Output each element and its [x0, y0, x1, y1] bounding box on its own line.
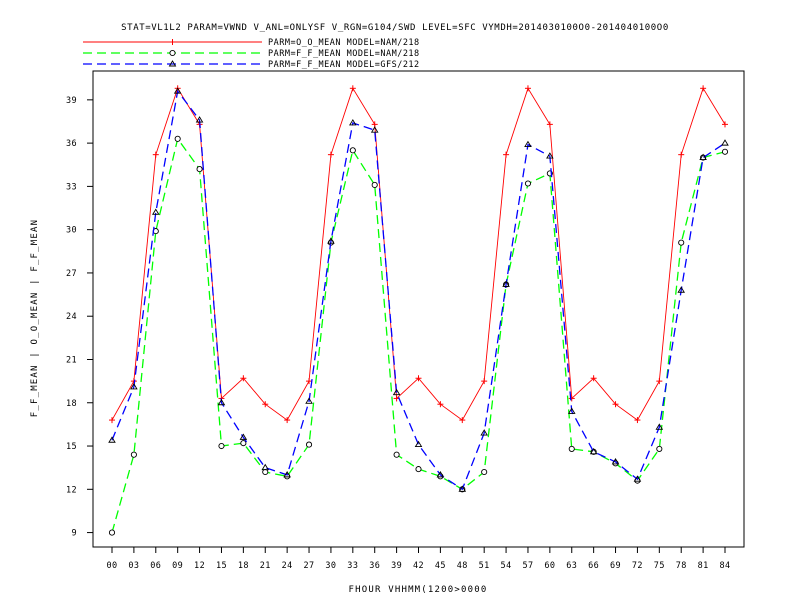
series-layer: [108, 85, 729, 536]
line-chart: STAT=VL1L2 PARAM=VWND V_ANL=ONLYSF V_RGN…: [30, 23, 745, 595]
data-point: [262, 468, 269, 476]
data-point: [634, 417, 641, 424]
x-tick-label: 51: [479, 561, 490, 571]
data-point: [524, 85, 531, 92]
data-point: [261, 463, 270, 471]
x-tick-label: 81: [698, 561, 709, 571]
data-point: [503, 151, 510, 158]
x-tick-label: 15: [216, 561, 227, 571]
data-point: [349, 85, 356, 92]
data-point: [481, 468, 488, 476]
legend-entry: PARM=F_F_MEAN MODEL=GFS/212: [83, 60, 420, 70]
y-axis: 9 12 15 18 21 24 27 30 33 36 39: [66, 96, 93, 539]
data-point: [459, 417, 466, 424]
x-tick-label: 03: [128, 561, 139, 571]
x-tick-label: 27: [304, 561, 315, 571]
x-axis: 00 03 06 09 12 15 18 21 24 27 30 33 36 39 42 45 48 51 54 57…: [106, 547, 730, 571]
legend-label: PARM=F_F_MEAN MODEL=GFS/212: [268, 60, 420, 70]
data-point: [678, 239, 685, 246]
y-axis-label: F_F_MEAN | O_O_MEAN | F_F_MEAN: [30, 219, 40, 418]
x-tick-label: 42: [413, 561, 424, 571]
x-tick-label: 00: [106, 561, 117, 571]
y-tick-label: 39: [66, 96, 77, 106]
data-point: [305, 441, 313, 448]
data-point: [721, 139, 729, 146]
x-tick-label: 24: [282, 561, 293, 571]
x-tick-label: 57: [522, 561, 533, 571]
chart-title: STAT=VL1L2 PARAM=VWND V_ANL=ONLYSF V_RGN…: [121, 23, 669, 33]
x-tick-label: 54: [501, 561, 512, 571]
data-point: [327, 151, 334, 158]
legend-entry: PARM=F_F_MEAN MODEL=NAM/218: [83, 49, 420, 59]
y-tick-label: 18: [66, 399, 77, 409]
y-tick-label: 33: [66, 182, 77, 192]
legend: PARM=O_O_MEAN MODEL=NAM/218PARM=F_F_MEAN…: [83, 38, 420, 70]
data-point: [371, 181, 378, 189]
legend-marker: [169, 49, 176, 57]
data-point: [130, 451, 137, 458]
data-point: [678, 151, 685, 158]
x-tick-label: 63: [566, 561, 577, 571]
data-point: [393, 451, 400, 458]
x-tick-label: 36: [369, 561, 380, 571]
legend-entry: PARM=O_O_MEAN MODEL=NAM/218: [83, 38, 420, 48]
x-tick-label: 09: [172, 561, 183, 571]
y-tick-label: 15: [66, 442, 77, 452]
x-tick-label: 69: [610, 561, 621, 571]
data-point: [415, 466, 422, 473]
x-tick-label: 78: [676, 561, 687, 571]
data-point: [240, 440, 247, 447]
data-point: [700, 85, 707, 92]
x-tick-label: 48: [457, 561, 468, 571]
series-3: [108, 87, 729, 492]
data-point: [152, 151, 159, 158]
y-tick-label: 30: [66, 226, 77, 236]
x-tick-label: 75: [654, 561, 665, 571]
x-tick-label: 18: [238, 561, 249, 571]
x-tick-label: 66: [588, 561, 599, 571]
legend-marker: [169, 39, 176, 45]
y-tick-label: 36: [66, 139, 77, 149]
x-tick-label: 60: [544, 561, 555, 571]
x-tick-label: 33: [347, 561, 358, 571]
x-tick-label: 30: [325, 561, 336, 571]
plot-frame: [92, 70, 745, 548]
data-point: [656, 445, 663, 452]
legend-label: PARM=F_F_MEAN MODEL=NAM/218: [268, 49, 420, 59]
x-tick-label: 06: [150, 561, 161, 571]
data-point: [196, 166, 203, 173]
x-tick-label: 84: [719, 561, 730, 571]
data-point: [546, 121, 553, 128]
data-point: [481, 378, 488, 385]
data-point: [349, 147, 356, 154]
series-line: [111, 89, 726, 491]
series-line: [111, 137, 726, 533]
data-point: [568, 445, 575, 452]
y-tick-label: 12: [66, 485, 77, 495]
y-tick-label: 24: [66, 312, 77, 322]
series-2: [108, 135, 729, 536]
series-line: [111, 87, 726, 421]
x-tick-label: 72: [632, 561, 643, 571]
data-point: [108, 529, 116, 536]
y-tick-label: 21: [66, 355, 77, 365]
chart-root: STAT=VL1L2 PARAM=VWND V_ANL=ONLYSF V_RGN…: [0, 0, 792, 612]
data-point: [721, 148, 729, 155]
legend-label: PARM=O_O_MEAN MODEL=NAM/218: [268, 38, 420, 48]
data-point: [524, 180, 532, 187]
data-point: [174, 135, 181, 142]
x-tick-label: 39: [391, 561, 402, 571]
y-tick-label: 27: [66, 269, 77, 279]
data-point: [656, 378, 663, 385]
x-axis-label: FHOUR VHHMM(1200>0000: [349, 585, 488, 595]
series-1: [109, 85, 728, 424]
data-point: [218, 442, 225, 450]
x-tick-label: 12: [194, 561, 205, 571]
x-tick-label: 45: [435, 561, 446, 571]
data-point: [722, 121, 728, 128]
data-point: [109, 417, 115, 424]
data-point: [284, 417, 291, 424]
x-tick-label: 21: [260, 561, 271, 571]
y-tick-label: 9: [71, 529, 77, 539]
